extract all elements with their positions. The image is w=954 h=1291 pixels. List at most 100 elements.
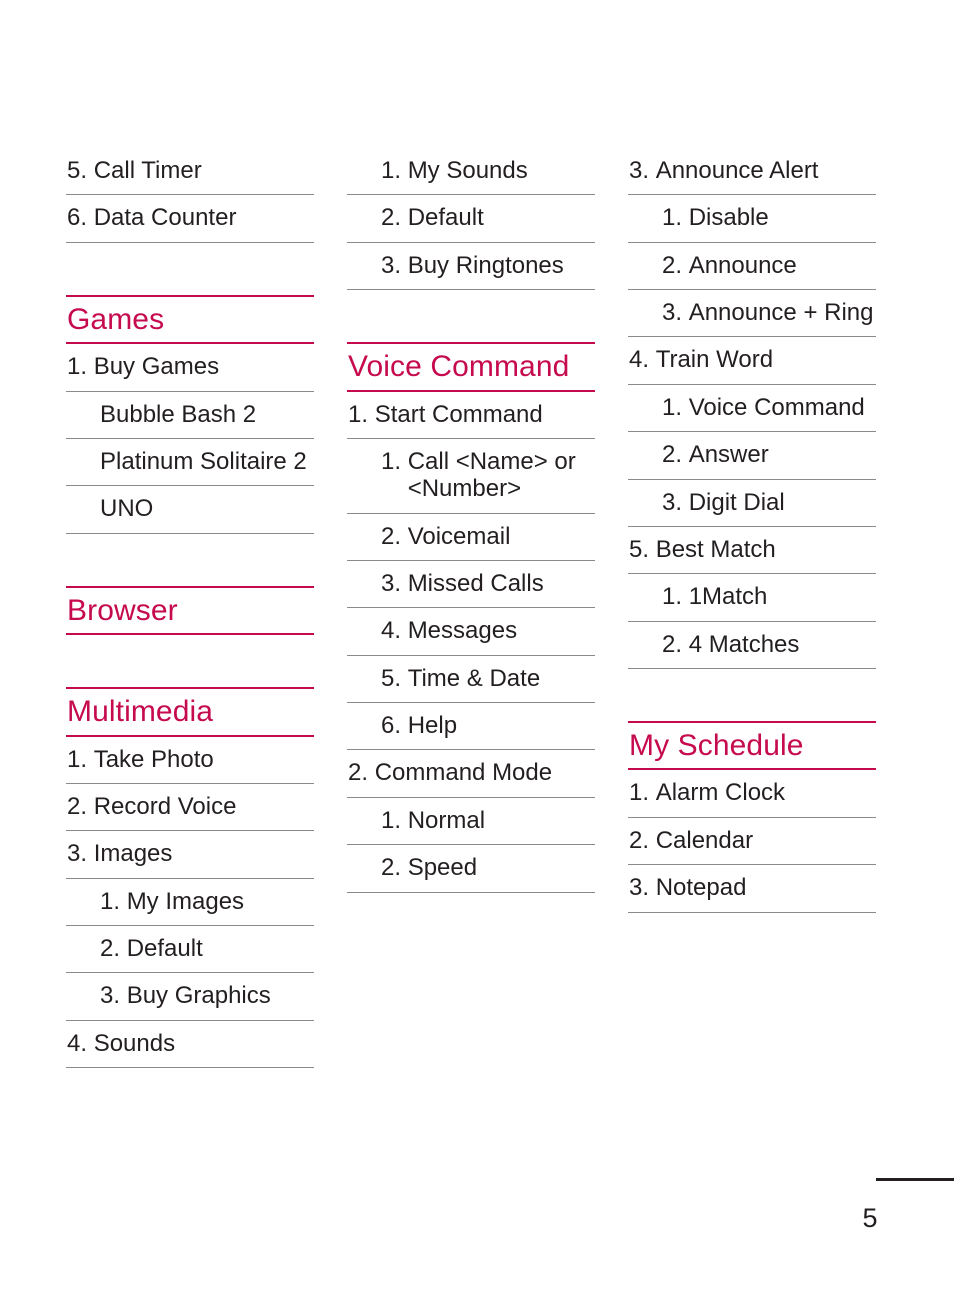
menu-item: 2. Record Voice xyxy=(66,784,314,832)
menu-item-number: 1. xyxy=(381,447,408,475)
menu-list: 1. My Sounds 2. Default 3. Buy Ringtones xyxy=(347,148,595,291)
menu-item: Bubble Bash 2 xyxy=(66,392,314,439)
menu-item-label: Speed xyxy=(407,854,478,882)
section-heading-label: Multimedia xyxy=(67,695,214,729)
section-heading: Voice Command xyxy=(347,342,595,392)
menu-item: 1. Alarm Clock xyxy=(628,770,876,818)
menu-item: 2. Answer xyxy=(628,432,876,480)
section-heading: Games xyxy=(66,294,314,345)
menu-item-number: 4. xyxy=(381,617,408,645)
section-heading: Multimedia xyxy=(66,687,314,737)
menu-item: 2. 4 Matches xyxy=(628,622,876,669)
menu-item: 2. Speed xyxy=(347,845,595,893)
menu-item: 2. Announce xyxy=(628,243,876,291)
menu-item-label: Take Photo xyxy=(93,745,214,773)
menu-item: 1. Normal xyxy=(347,798,595,846)
menu-item: 1. My Images xyxy=(66,879,314,927)
page-number: 5 xyxy=(862,1203,878,1233)
menu-item: Platinum Solitaire 2 xyxy=(66,439,314,487)
menu-item-label: Help xyxy=(407,712,458,740)
menu-item: 2. Calendar xyxy=(628,818,876,866)
menu-list: 1. Take Photo 2. Record Voice 3. Images 1. … xyxy=(66,737,314,1069)
menu-item-label: Command Mode xyxy=(374,759,553,787)
menu-item: 3. Images xyxy=(66,831,314,879)
menu-item-number: 1. xyxy=(67,353,94,381)
menu-item-label: Answer xyxy=(688,441,769,469)
menu-item-label: Default xyxy=(126,935,203,963)
menu-item-label: Voice Command xyxy=(688,393,865,421)
menu-list: 1. Start Command 1. Call <Name> or <Numbe… xyxy=(347,392,595,893)
menu-item-label: Missed Calls xyxy=(407,570,544,598)
menu-item: 3. Digit Dial xyxy=(628,480,876,527)
menu-item-number: 1. xyxy=(629,779,656,807)
menu-item: UNO xyxy=(66,486,314,534)
menu-list-block: 5. Call Timer 6. Data Counter xyxy=(66,148,314,243)
menu-item-label: Announce Alert xyxy=(655,157,819,184)
menu-item: 1. Disable xyxy=(628,195,876,243)
menu-item-number: 2. xyxy=(100,935,127,963)
document-page: 5. Call Timer 6. Data Counter Games 1. Buy … xyxy=(0,0,954,1291)
menu-item-number: 6. xyxy=(381,712,408,740)
menu-item-number: 3. xyxy=(100,982,127,1010)
menu-item-label: Bubble Bash 2 xyxy=(100,400,257,428)
footer-rule xyxy=(876,1178,954,1181)
menu-item: 1. 1Match xyxy=(628,574,876,622)
menu-item-label: Digit Dial xyxy=(688,488,785,516)
menu-item: 3. Announce + Ring xyxy=(628,290,876,338)
menu-item: 1. Voice Command xyxy=(628,385,876,433)
menu-section: Multimedia 1. Take Photo 2. Record Voice 3.… xyxy=(66,687,314,1069)
menu-item-label: Messages xyxy=(407,617,518,645)
menu-item-number: 1. xyxy=(662,204,689,232)
column-1: 5. Call Timer 6. Data Counter Games 1. Buy … xyxy=(66,148,314,1069)
menu-item-label: Images xyxy=(93,840,173,868)
menu-item: 2. Command Mode xyxy=(347,750,595,798)
menu-item: 1. Call <Name> or <Number> xyxy=(347,439,595,514)
menu-item-label: Buy Games xyxy=(93,353,220,381)
menu-item-number: 2. xyxy=(381,854,408,882)
menu-item-label: Alarm Clock xyxy=(655,779,786,807)
menu-item-label: Train Word xyxy=(655,346,774,374)
section-heading-label: Games xyxy=(67,302,165,336)
menu-item-number: 2. xyxy=(662,630,689,658)
menu-item: 2. Default xyxy=(347,195,595,243)
menu-item-number: 1. xyxy=(381,806,408,834)
menu-section: My Schedule 1. Alarm Clock 2. Calendar 3. N… xyxy=(628,720,876,913)
menu-item: 4. Messages xyxy=(347,608,595,656)
menu-list: 5. Call Timer 6. Data Counter xyxy=(66,148,314,243)
menu-item-label: Record Voice xyxy=(93,793,237,821)
menu-item: 5. Best Match xyxy=(628,527,876,575)
menu-item-label: Time & Date xyxy=(407,664,541,692)
section-heading-label: Browser xyxy=(67,593,178,627)
menu-item-number: 6. xyxy=(67,204,94,232)
menu-item: 6. Data Counter xyxy=(66,195,314,243)
menu-item-label: UNO xyxy=(100,495,154,523)
menu-item: 3. Missed Calls xyxy=(347,561,595,609)
menu-item-number: 2. xyxy=(662,251,689,279)
menu-section: Voice Command 1. Start Command 1. Call <Na… xyxy=(347,342,595,893)
menu-item-number: 3. xyxy=(662,488,689,516)
menu-item: 3. Notepad xyxy=(628,865,876,913)
menu-section: Games 1. Buy Games Bubble Bash 2 Platinum S… xyxy=(66,294,314,534)
menu-list: 1. Alarm Clock 2. Calendar 3. Notepad xyxy=(628,770,876,913)
menu-item-number: 5. xyxy=(629,535,656,563)
menu-item-number: 2. xyxy=(662,441,689,469)
menu-item-number: 1. xyxy=(67,745,94,773)
menu-item: 3. Announce Alert xyxy=(628,148,876,196)
menu-item: 6. Help xyxy=(347,703,595,751)
menu-item-number: 2. xyxy=(67,793,94,821)
menu-item: 4. Sounds xyxy=(66,1021,314,1069)
menu-item-number: 4. xyxy=(67,1029,94,1057)
menu-item-label: Announce xyxy=(688,251,797,279)
menu-item-label: Announce + Ring xyxy=(688,299,874,327)
section-heading-label: My Schedule xyxy=(629,728,804,762)
menu-item-label: Buy Ringtones xyxy=(407,251,564,279)
menu-item-number: 3. xyxy=(629,157,656,184)
menu-item-label: Default xyxy=(407,204,484,232)
menu-item-label: Call Timer xyxy=(93,157,202,184)
menu-list-block: 1. My Sounds 2. Default 3. Buy Ringtones xyxy=(347,148,595,291)
menu-item-label: Voicemail xyxy=(407,522,511,550)
menu-item: 5. Time & Date xyxy=(347,656,595,704)
menu-item-number: 3. xyxy=(381,251,408,279)
menu-item-label: Normal xyxy=(407,806,486,834)
menu-item: 1. My Sounds xyxy=(347,148,595,196)
